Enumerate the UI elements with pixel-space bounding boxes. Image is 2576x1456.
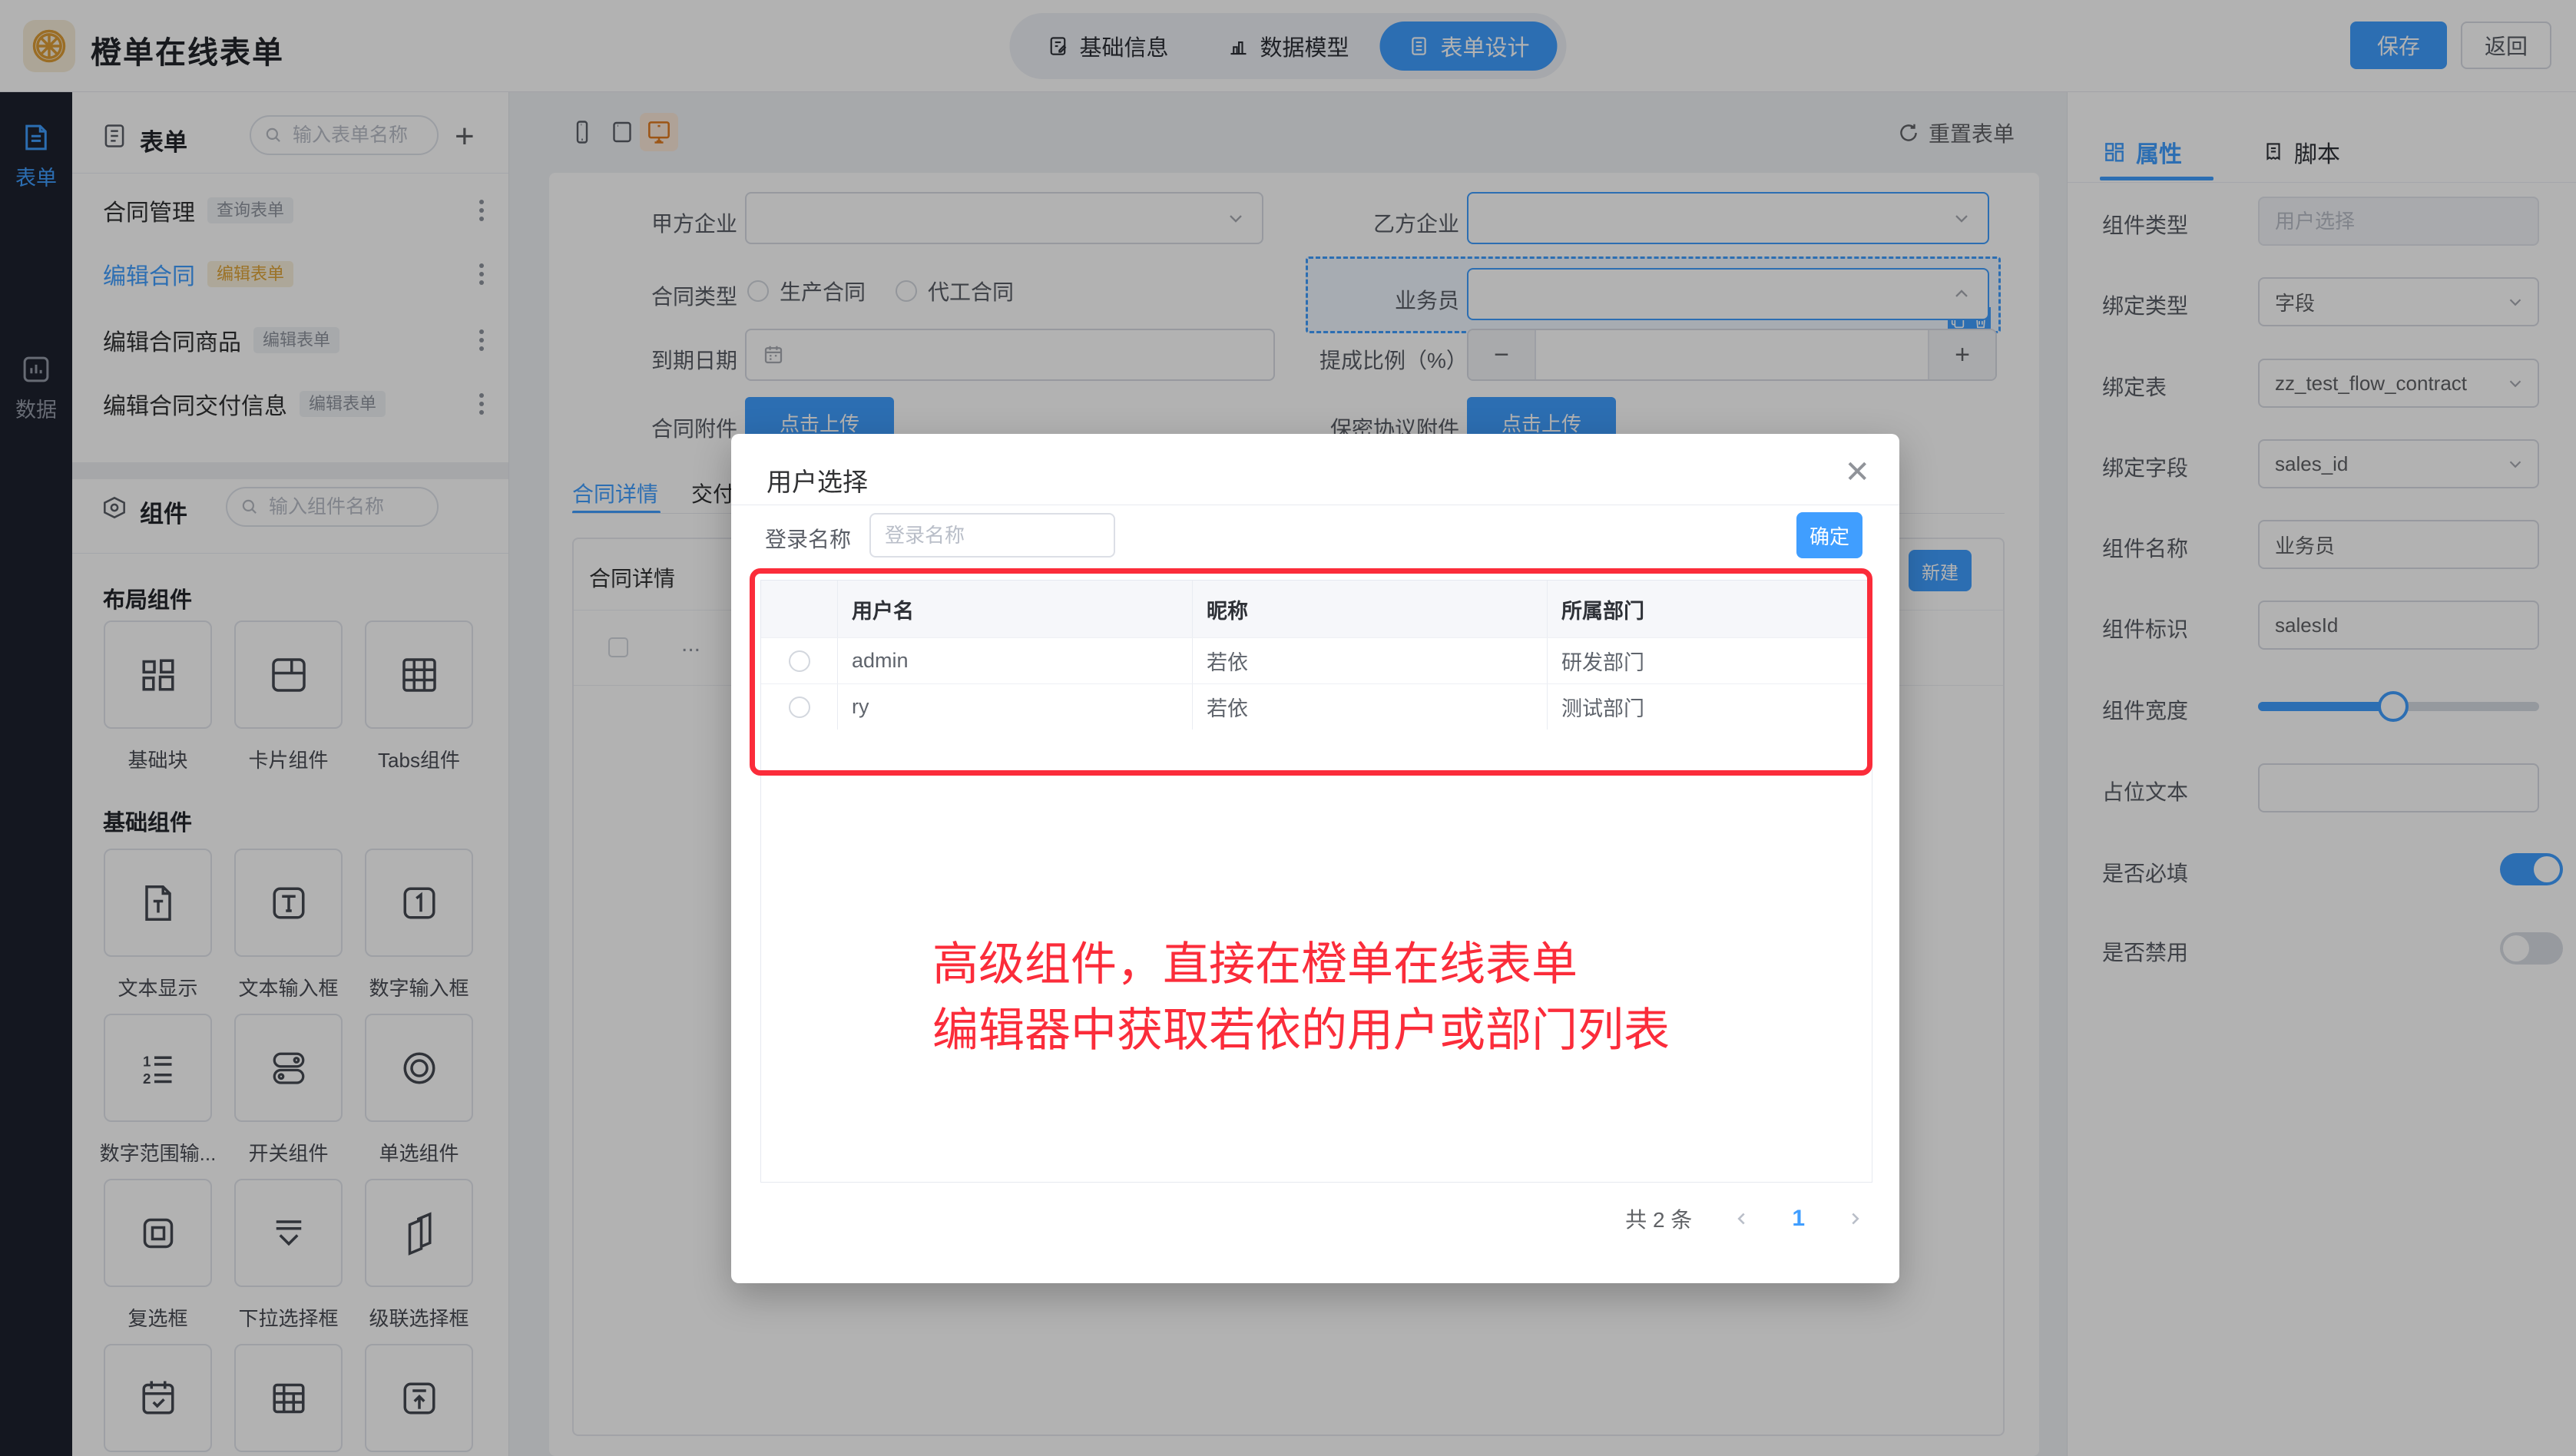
pagination: 共 2 条 1: [1625, 1203, 1865, 1234]
column-header-dept: 所属部门: [1548, 581, 1872, 637]
cell-nickname: 若依: [1193, 638, 1548, 683]
dialog-title: 用户选择: [767, 462, 868, 498]
table-row[interactable]: admin 若依 研发部门: [761, 637, 1872, 683]
cell-username: admin: [838, 638, 1193, 683]
annotation-text: 高级组件，直接在橙单在线表单 编辑器中获取若依的用户或部门列表: [932, 932, 1670, 1064]
annotation-line-2: 编辑器中获取若依的用户或部门列表: [932, 998, 1670, 1064]
app-root: 橙单在线表单 基础信息 数据模型 表单设计 保存 返回 表单 数据: [0, 0, 2576, 1456]
row-radio[interactable]: [789, 697, 810, 718]
cell-nickname: 若依: [1193, 684, 1548, 730]
pagination-total: 共 2 条: [1625, 1203, 1692, 1234]
cell-dept: 研发部门: [1548, 638, 1872, 683]
close-icon[interactable]: ✕: [1844, 457, 1870, 488]
table-row[interactable]: ry 若依 测试部门: [761, 683, 1872, 730]
radio-column-header: [761, 581, 838, 637]
cell-dept: 测试部门: [1548, 684, 1872, 730]
confirm-button[interactable]: 确定: [1796, 512, 1862, 558]
column-header-nickname: 昵称: [1193, 581, 1548, 637]
row-radio[interactable]: [789, 650, 810, 672]
table-header-row: 用户名 昵称 所属部门: [761, 581, 1872, 637]
prev-page-icon[interactable]: [1732, 1209, 1752, 1229]
page-number[interactable]: 1: [1792, 1206, 1805, 1232]
user-table: 用户名 昵称 所属部门 admin 若依 研发部门 ry 若依 测试部门: [760, 580, 1872, 1183]
login-name-input[interactable]: [869, 513, 1115, 558]
next-page-icon[interactable]: [1845, 1209, 1865, 1229]
annotation-line-1: 高级组件，直接在橙单在线表单: [932, 932, 1670, 998]
user-select-dialog: 用户选择 ✕ 登录名称 确定 用户名 昵称 所属部门 admin 若依 研发部门…: [731, 434, 1899, 1283]
column-header-username: 用户名: [838, 581, 1193, 637]
cell-username: ry: [838, 684, 1193, 730]
login-name-label: 登录名称: [765, 523, 851, 554]
